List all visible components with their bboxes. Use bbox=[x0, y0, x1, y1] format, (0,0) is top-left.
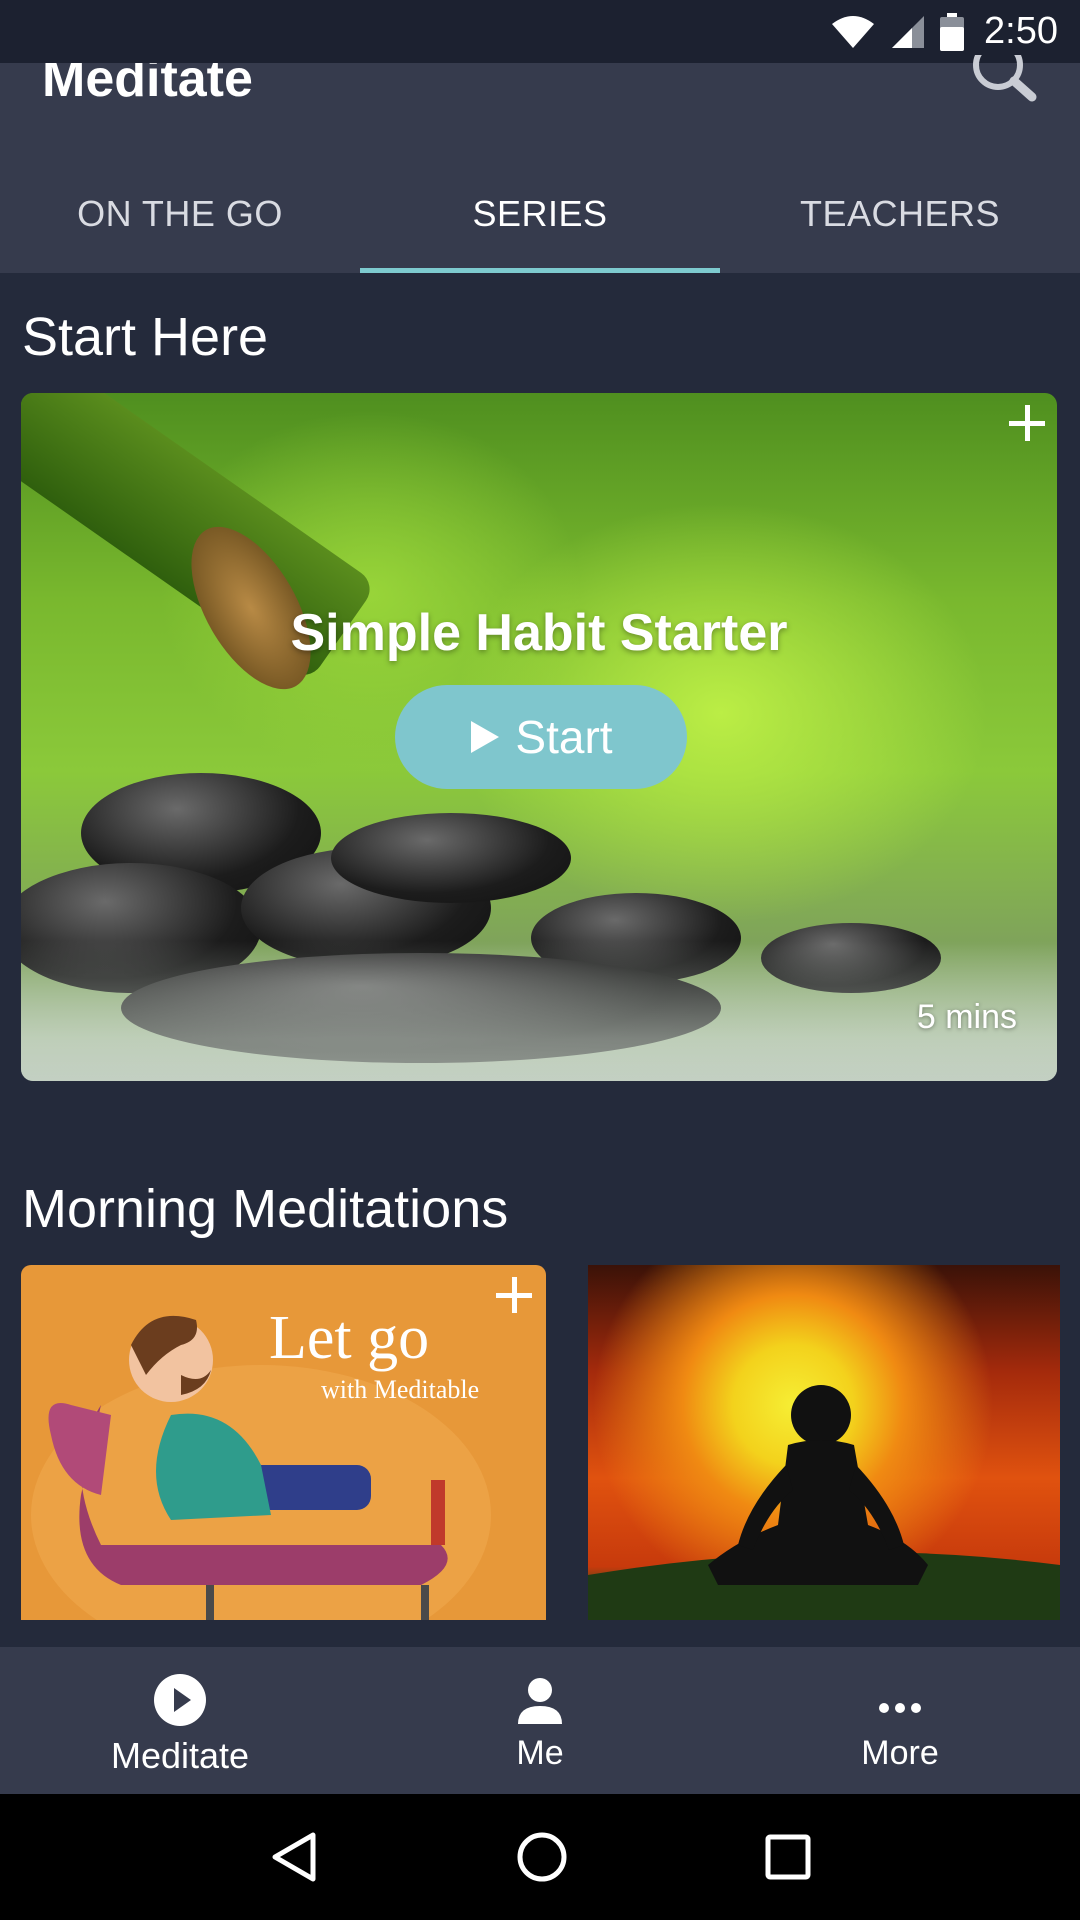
card-title: Let go bbox=[269, 1304, 430, 1372]
status-bar: 2:50 bbox=[0, 0, 1080, 63]
meditating-silhouette-image bbox=[588, 1385, 1060, 1620]
duration-label: 5 mins bbox=[916, 998, 1017, 1036]
nav-item-meditate[interactable]: Meditate bbox=[0, 1647, 360, 1794]
nav-label: Me bbox=[516, 1734, 564, 1772]
nav-item-me[interactable]: Me bbox=[360, 1647, 720, 1794]
series-title: Simple Habit Starter bbox=[290, 604, 788, 662]
nav-item-more[interactable]: More bbox=[720, 1647, 1080, 1794]
tab-label: SERIES bbox=[472, 193, 608, 234]
start-button-label: Start bbox=[515, 711, 613, 763]
tab-bar: ON THE GO SERIES TEACHERS bbox=[0, 173, 1080, 273]
system-navigation-bar bbox=[0, 1794, 1080, 1920]
featured-series-card[interactable]: Simple Habit Starter Start 5 mins bbox=[21, 393, 1057, 1081]
battery-icon bbox=[940, 12, 965, 51]
play-icon bbox=[471, 721, 500, 753]
wifi-icon bbox=[832, 15, 875, 48]
tab-label: ON THE GO bbox=[77, 193, 283, 234]
card-subtitle: with Meditable bbox=[321, 1375, 480, 1404]
section-title-morning-meditations: Morning Meditations bbox=[22, 1179, 509, 1239]
search-icon bbox=[973, 55, 1037, 102]
play-circle-icon bbox=[154, 1673, 206, 1726]
add-icon[interactable] bbox=[494, 1275, 534, 1315]
person-icon bbox=[518, 1678, 562, 1724]
stone-image bbox=[331, 813, 571, 903]
app-header: Meditate ON THE GO SERIES TEACHERS bbox=[0, 55, 1080, 273]
more-dots-icon bbox=[879, 1703, 921, 1713]
start-button[interactable]: Start bbox=[395, 685, 687, 789]
mist-overlay bbox=[21, 941, 1057, 1081]
series-card-sunset[interactable] bbox=[588, 1265, 1060, 1620]
tab-label: TEACHERS bbox=[799, 193, 1001, 234]
add-icon[interactable] bbox=[1007, 403, 1047, 443]
tab-teachers[interactable]: TEACHERS bbox=[720, 173, 1080, 273]
status-time: 2:50 bbox=[984, 10, 1058, 52]
recents-icon[interactable] bbox=[765, 1834, 811, 1880]
nav-label: Meditate bbox=[110, 1734, 250, 1776]
search-button[interactable] bbox=[968, 55, 1040, 105]
page-title: Meditate bbox=[42, 63, 253, 103]
nav-label: More bbox=[861, 1734, 939, 1772]
bottom-navigation: Meditate Me More bbox=[0, 1647, 1080, 1794]
home-icon[interactable] bbox=[516, 1831, 568, 1883]
cellular-signal-icon bbox=[892, 15, 925, 48]
back-icon[interactable] bbox=[269, 1831, 319, 1883]
series-card-let-go[interactable]: Let go with Meditable bbox=[21, 1265, 546, 1620]
tab-series[interactable]: SERIES bbox=[360, 173, 720, 273]
section-title-start-here: Start Here bbox=[22, 307, 269, 367]
page-title-text: Meditate bbox=[42, 63, 253, 103]
tab-on-the-go[interactable]: ON THE GO bbox=[0, 173, 360, 273]
